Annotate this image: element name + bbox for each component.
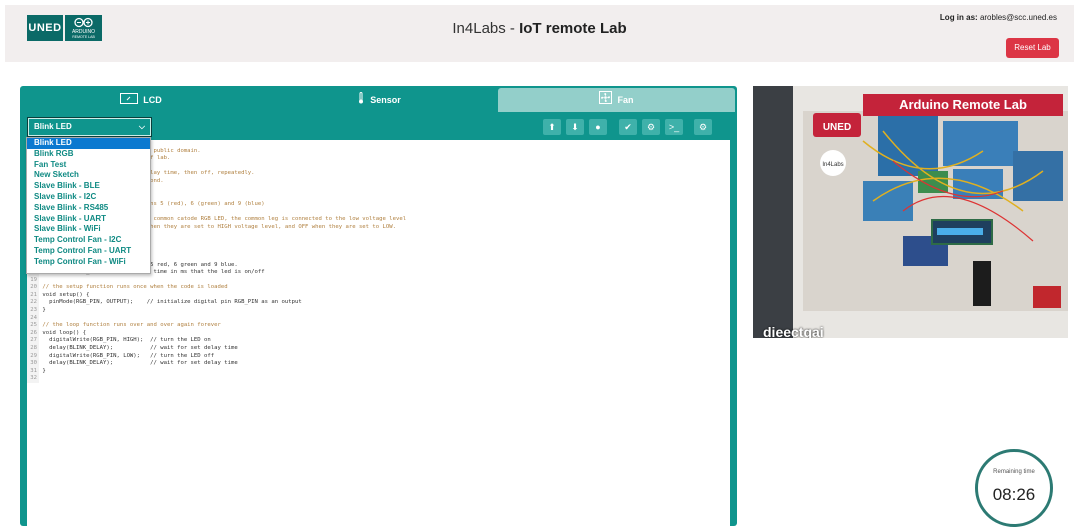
line-number: 27	[27, 337, 39, 346]
tab-fan-label: Fan	[617, 95, 634, 105]
compile-button[interactable]: ⚙	[642, 119, 660, 135]
title-main: IoT remote Lab	[519, 20, 627, 37]
board-uned-logo: UNED	[823, 122, 851, 133]
code-text: digitalWrite(RGB_PIN, LOW); // turn the …	[42, 352, 215, 359]
in4labs-badge: In4Labs	[822, 162, 843, 168]
tab-sensor[interactable]: Sensor	[260, 88, 498, 112]
comment-button[interactable]: ●	[589, 119, 607, 135]
code-line: 19	[27, 276, 406, 285]
lab-board-image: UNED In4Labs	[803, 111, 1068, 311]
line-number: 31	[27, 367, 39, 376]
camera-shadow	[753, 86, 793, 338]
code-text: digitalWrite(RGB_PIN, HIGH); // turn the…	[42, 337, 211, 344]
code-text: delay(BLINK_DELAY); // wait for set dela…	[42, 345, 238, 352]
verify-button[interactable]: ✔	[619, 119, 637, 135]
timer-value: 08:26	[992, 485, 1036, 504]
camera-feed: UNED In4Labs Arduino Remote Lab dieectqa…	[753, 86, 1068, 338]
reset-lab-button[interactable]: Reset Lab	[1006, 38, 1059, 58]
line-number: 24	[27, 314, 39, 323]
settings-button[interactable]: ⚙	[694, 119, 712, 135]
chevron-down-icon: ⌵	[138, 122, 145, 131]
lcd-icon	[120, 89, 139, 113]
login-user: arobles@scc.uned.es	[979, 13, 1057, 22]
line-number: 28	[27, 345, 39, 353]
code-text: void loop() {	[42, 329, 87, 336]
code-text: void setup() {	[42, 291, 90, 298]
line-number: 21	[27, 291, 39, 300]
line-number: 32	[27, 375, 39, 383]
sketch-option[interactable]: Temp Control Fan - UART	[27, 246, 150, 257]
gear-icon: ⚙	[646, 122, 656, 132]
code-text: delay(BLINK_DELAY); // wait for set dela…	[42, 360, 238, 367]
line-number: 22	[27, 299, 39, 308]
code-line: 22 pinMode(RGB_PIN, OUTPUT); // initiali…	[27, 299, 406, 308]
line-number: 23	[27, 307, 39, 315]
code-text: }	[42, 367, 46, 374]
timer-label: Remaining time	[993, 469, 1035, 475]
thermometer-icon	[357, 89, 365, 113]
comment-icon: ●	[595, 122, 601, 132]
line-number: 26	[27, 329, 39, 338]
upload-icon: ⬆	[548, 122, 556, 132]
line-number: 19	[27, 276, 39, 285]
code-text: // the loop function runs over and over …	[42, 322, 221, 329]
lab-lcd-display	[931, 219, 993, 245]
sketch-select-value: Blink LED	[34, 122, 72, 131]
sketch-option[interactable]: Blink RGB	[27, 149, 150, 160]
code-line: 27 digitalWrite(RGB_PIN, HIGH); // turn …	[27, 337, 406, 346]
sketch-dropdown-menu: Blink LED Blink RGB Fan Test New Sketch Slav…	[26, 137, 151, 274]
login-info: Log in as: arobles@scc.uned.es	[940, 13, 1057, 22]
code-line: 30 delay(BLINK_DELAY); // wait for set d…	[27, 360, 406, 368]
line-number: 30	[27, 360, 39, 368]
sketch-option[interactable]: Slave Blink - WiFi	[27, 224, 150, 235]
download-button[interactable]: ⬇	[566, 119, 584, 135]
tab-fan[interactable]: Fan	[498, 88, 735, 112]
settings-icon: ⚙	[698, 122, 708, 132]
code-line: 21 void setup() {	[27, 291, 406, 300]
sketch-option[interactable]: Slave Blink - RS485	[27, 203, 150, 214]
remaining-time-timer: Remaining time 08:26	[975, 449, 1053, 527]
terminal-icon: >_	[668, 122, 680, 132]
page-title: In4Labs - IoT remote Lab	[0, 20, 1079, 37]
terminal-button[interactable]: >_	[665, 119, 683, 135]
code-line: 26 void loop() {	[27, 329, 406, 338]
code-line: 24	[27, 314, 406, 323]
code-line: 31 }	[27, 367, 406, 376]
tab-sensor-label: Sensor	[370, 95, 401, 105]
sketch-option[interactable]: Slave Blink - BLE	[27, 181, 150, 192]
sketch-option[interactable]: Blink LED	[27, 138, 150, 149]
code-text: // the setup function runs once when the…	[42, 284, 228, 291]
camera-watermark: dieectqai	[763, 324, 824, 338]
code-line: 32	[27, 375, 406, 383]
sketch-option[interactable]: New Sketch	[27, 170, 150, 181]
login-label: Log in as:	[939, 13, 978, 22]
sketch-option[interactable]: Temp Control Fan - WiFi	[27, 257, 150, 268]
title-prefix: In4Labs -	[452, 20, 520, 37]
sketch-option[interactable]: Slave Blink - UART	[27, 214, 150, 225]
lcd-backlight	[937, 228, 983, 235]
sketch-option[interactable]: Temp Control Fan - I2C	[27, 235, 150, 246]
code-line: 23 }	[27, 307, 406, 315]
upload-button[interactable]: ⬆	[543, 119, 561, 135]
check-icon: ✔	[624, 122, 632, 132]
code-text: }	[42, 307, 46, 314]
tab-lcd-label: LCD	[143, 95, 162, 105]
code-line: 25 // the loop function runs over and ov…	[27, 322, 406, 330]
camera-banner: Arduino Remote Lab	[863, 94, 1063, 116]
code-line: 20 // the setup function runs once when …	[27, 284, 406, 292]
line-number: 20	[27, 284, 39, 292]
sketch-option[interactable]: Fan Test	[27, 160, 150, 171]
line-number: 29	[27, 352, 39, 361]
tab-lcd[interactable]: LCD	[22, 88, 260, 112]
sketch-option[interactable]: Slave Blink - I2C	[27, 192, 150, 203]
sketch-select[interactable]: Blink LED ⌵	[27, 117, 152, 137]
download-icon: ⬇	[571, 122, 579, 132]
code-text: pinMode(RGB_PIN, OUTPUT); // initialize …	[42, 299, 302, 306]
line-number: 25	[27, 322, 39, 330]
code-line: 29 digitalWrite(RGB_PIN, LOW); // turn t…	[27, 352, 406, 361]
fan-icon	[599, 89, 613, 113]
code-line: 28 delay(BLINK_DELAY); // wait for set d…	[27, 345, 406, 353]
